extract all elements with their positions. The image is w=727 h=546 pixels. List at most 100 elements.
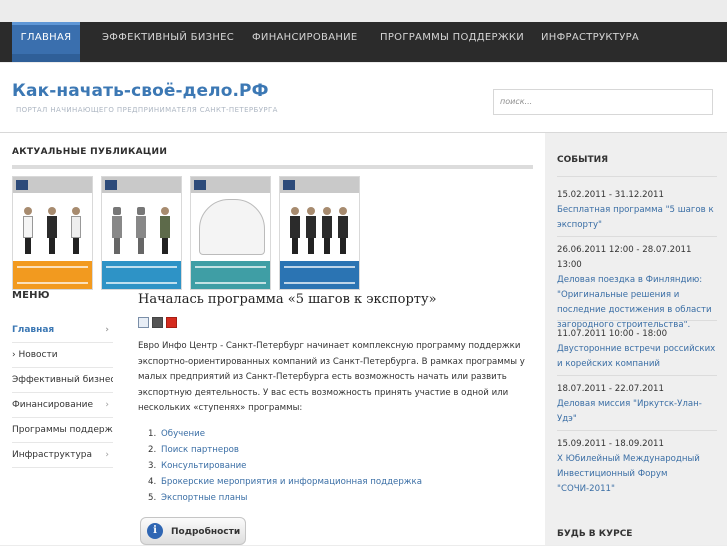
- list-item-link[interactable]: Брокерские мероприятия и информационная …: [161, 477, 422, 487]
- event-date: 26.06.2011 12:00 - 28.07.2011 13:00: [557, 245, 692, 270]
- nav-item-label: ЭФФЕКТИВНЫЙ БИЗНЕС: [102, 32, 235, 43]
- list-item-link[interactable]: Обучение: [161, 429, 205, 439]
- list-item[interactable]: 2. Поиск партнеров: [148, 442, 422, 458]
- menu-item-support-programs[interactable]: Программы поддержки: [12, 418, 113, 443]
- event-link[interactable]: X Юбилейный Международный Инвестиционный…: [557, 452, 717, 497]
- event-link[interactable]: Двусторонние встречи российских и корейс…: [557, 342, 717, 372]
- event-link[interactable]: Бесплатная программа "5 шагов к экспорту…: [557, 203, 717, 233]
- events-divider: [557, 176, 717, 177]
- publication-logo-band: [191, 177, 270, 193]
- publication-color-bar: [102, 261, 181, 289]
- menu-item-label: Инфраструктура: [12, 450, 93, 460]
- event-divider: [557, 236, 717, 237]
- person-figure: [338, 207, 348, 259]
- menu-item-label: Финансирование: [12, 400, 93, 410]
- list-item-number: 5.: [148, 493, 157, 503]
- menu-item-financing[interactable]: Финансирование ›: [12, 393, 113, 418]
- list-item[interactable]: 5. Экспортные планы: [148, 490, 422, 506]
- publication-thumbnail[interactable]: [12, 176, 93, 290]
- list-item-link[interactable]: Поиск партнеров: [161, 445, 239, 455]
- nav-item-infrastructure[interactable]: ИНФРАСТРУКТУРА: [541, 22, 639, 62]
- article-title[interactable]: Началась программа «5 шагов к экспорту»: [138, 292, 437, 307]
- publication-thumbnail[interactable]: [279, 176, 360, 290]
- nav-item-support-programs[interactable]: ПРОГРАММЫ ПОДДЕРЖКИ: [380, 22, 524, 62]
- list-item-number: 1.: [148, 429, 157, 439]
- event-item: 18.07.2011 - 22.07.2011 Деловая миссия "…: [557, 382, 717, 427]
- chevron-right-icon: ›: [105, 325, 109, 335]
- nav-item-effective-business[interactable]: ЭФФЕКТИВНЫЙ БИЗНЕС: [102, 22, 234, 62]
- menu-item-label: Главная: [12, 325, 55, 335]
- list-item-number: 2.: [148, 445, 157, 455]
- event-item: 15.09.2011 - 18.09.2011 X Юбилейный Межд…: [557, 437, 717, 497]
- nav-item-label: ПРОГРАММЫ ПОДДЕРЖКИ: [380, 32, 525, 43]
- list-item-link[interactable]: Экспортные планы: [161, 493, 247, 503]
- publication-thumbnail[interactable]: [101, 176, 182, 290]
- chevron-right-icon: ›: [105, 400, 109, 410]
- chevron-right-icon: ›: [105, 450, 109, 460]
- event-date: 18.07.2011 - 22.07.2011: [557, 384, 664, 394]
- nav-item-label: ГЛАВНАЯ: [20, 32, 72, 43]
- event-item: 11.07.2011 10:00 - 18:00 Двусторонние вс…: [557, 327, 717, 372]
- menu-title: МЕНЮ: [12, 290, 50, 301]
- event-divider: [557, 320, 717, 321]
- publication-color-bar: [13, 261, 92, 289]
- details-button[interactable]: i Подробности: [140, 517, 246, 545]
- person-figure: [71, 207, 81, 259]
- nav-item-home[interactable]: ГЛАВНАЯ: [12, 22, 80, 62]
- menu-item-label: Эффективный бизнес: [12, 375, 113, 385]
- email-icon[interactable]: [138, 317, 149, 328]
- menu-item-news[interactable]: › Новости: [12, 343, 113, 368]
- robot-figure: [112, 207, 122, 259]
- list-item-number: 3.: [148, 461, 157, 471]
- site-title[interactable]: Как-начать-своё-дело.РФ: [12, 81, 269, 101]
- print-icon[interactable]: [152, 317, 163, 328]
- info-icon: i: [147, 523, 163, 539]
- publication-color-bar: [280, 261, 359, 289]
- event-divider: [557, 375, 717, 376]
- menu-item-home[interactable]: Главная ›: [12, 318, 113, 343]
- main-navigation: ГЛАВНАЯ ЭФФЕКТИВНЫЙ БИЗНЕС ФИНАНСИРОВАНИ…: [0, 22, 727, 62]
- pdf-icon[interactable]: [166, 317, 177, 328]
- menu-item-label: › Новости: [12, 350, 58, 360]
- events-title: СОБЫТИЯ: [557, 155, 609, 165]
- search-input[interactable]: поиск...: [493, 89, 713, 115]
- menu-item-infrastructure[interactable]: Инфраструктура ›: [12, 443, 113, 468]
- menu-item-label: Программы поддержки: [12, 425, 113, 435]
- nav-item-financing[interactable]: ФИНАНСИРОВАНИЕ: [252, 22, 358, 62]
- list-item[interactable]: 4. Брокерские мероприятия и информационна…: [148, 474, 422, 490]
- list-item-number: 4.: [148, 477, 157, 487]
- event-date: 15.02.2011 - 31.12.2011: [557, 190, 664, 200]
- publication-thumbnail[interactable]: [190, 176, 271, 290]
- side-menu: Главная › › Новости Эффективный бизнес Фи…: [12, 318, 113, 468]
- article-actions: [138, 313, 180, 328]
- event-date: 15.09.2011 - 18.09.2011: [557, 439, 664, 449]
- event-link[interactable]: Деловая поездка в Финляндию: "Оригинальн…: [557, 273, 717, 333]
- list-item[interactable]: 3. Консультирование: [148, 458, 422, 474]
- event-item: 15.02.2011 - 31.12.2011 Бесплатная прогр…: [557, 188, 717, 233]
- program-steps-list: 1. Обучение 2. Поиск партнеров 3. Консульти…: [148, 426, 422, 506]
- publication-logo-band: [280, 177, 359, 193]
- sketch-illustration: [199, 199, 265, 255]
- article-body: Евро Инфо Центр - Санкт-Петербург начина…: [138, 341, 525, 413]
- menu-item-effective-business[interactable]: Эффективный бизнес: [12, 368, 113, 393]
- site-subtitle: ПОРТАЛ НАЧИНАЮЩЕГО ПРЕДПРИНИМАТЕЛЯ САНКТ…: [16, 106, 278, 114]
- person-figure: [47, 207, 57, 259]
- publication-logo-band: [102, 177, 181, 193]
- event-link[interactable]: Деловая миссия "Иркутск-Улан-Удэ": [557, 397, 717, 427]
- list-item[interactable]: 1. Обучение: [148, 426, 422, 442]
- publication-logo-band: [13, 177, 92, 193]
- event-divider: [557, 430, 717, 431]
- publication-color-bar: [191, 261, 270, 289]
- details-button-label: Подробности: [171, 527, 241, 537]
- list-item-link[interactable]: Консультирование: [161, 461, 246, 471]
- nav-item-label: ИНФРАСТРУКТУРА: [541, 32, 640, 43]
- nav-item-label: ФИНАНСИРОВАНИЕ: [252, 32, 358, 43]
- publications-title: АКТУАЛЬНЫЕ ПУБЛИКАЦИИ: [12, 147, 168, 157]
- person-figure: [160, 207, 170, 259]
- person-figure: [290, 207, 300, 259]
- robot-figure: [136, 207, 146, 259]
- person-figure: [306, 207, 316, 259]
- event-date: 11.07.2011 10:00 - 18:00: [557, 329, 668, 339]
- person-figure: [23, 207, 33, 259]
- stay-informed-title: БУДЬ В КУРСЕ: [557, 529, 633, 539]
